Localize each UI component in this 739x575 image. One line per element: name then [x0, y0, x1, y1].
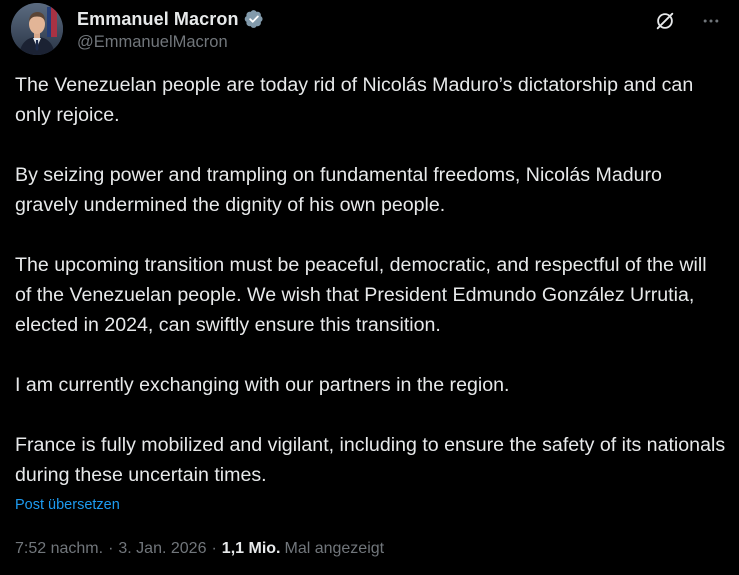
verified-badge-icon[interactable]: [244, 9, 264, 29]
meta-separator: ·: [108, 540, 114, 557]
post-paragraph: The Venezuelan people are today rid of N…: [15, 74, 694, 126]
post-paragraph: France is fully mobilized and vigilant, …: [15, 434, 726, 486]
post-date[interactable]: 3. Jan. 2026: [118, 540, 206, 558]
header-actions: [653, 9, 723, 33]
post-text: The Venezuelan people are today rid of N…: [15, 70, 727, 490]
translate-post-link[interactable]: Post übersetzen: [15, 497, 120, 513]
post-paragraph: By seizing power and trampling on fundam…: [15, 164, 662, 216]
post-meta: 7:52 nachm. · 3. Jan. 2026 · 1,1 Mio. Ma…: [15, 540, 384, 558]
meta-separator: ·: [211, 540, 217, 557]
post-paragraph: The upcoming transition must be peaceful…: [15, 254, 707, 336]
name-row: Emmanuel Macron: [77, 7, 264, 31]
post-paragraph: I am currently exchanging with our partn…: [15, 374, 510, 396]
slashed-circle-icon[interactable]: [653, 9, 677, 33]
display-name[interactable]: Emmanuel Macron: [77, 9, 239, 30]
person-portrait-icon: [11, 3, 63, 55]
handle[interactable]: @EmmanuelMacron: [77, 33, 228, 52]
post-header: Emmanuel Macron @EmmanuelMacron: [11, 3, 729, 55]
avatar[interactable]: [11, 3, 63, 55]
views-label: Mal angezeigt: [284, 540, 385, 557]
more-horizontal-icon[interactable]: [699, 9, 723, 33]
post-time[interactable]: 7:52 nachm.: [15, 540, 103, 558]
views-count: 1,1 Mio.: [221, 540, 281, 557]
post: Emmanuel Macron @EmmanuelMacron The Vene…: [0, 0, 739, 575]
